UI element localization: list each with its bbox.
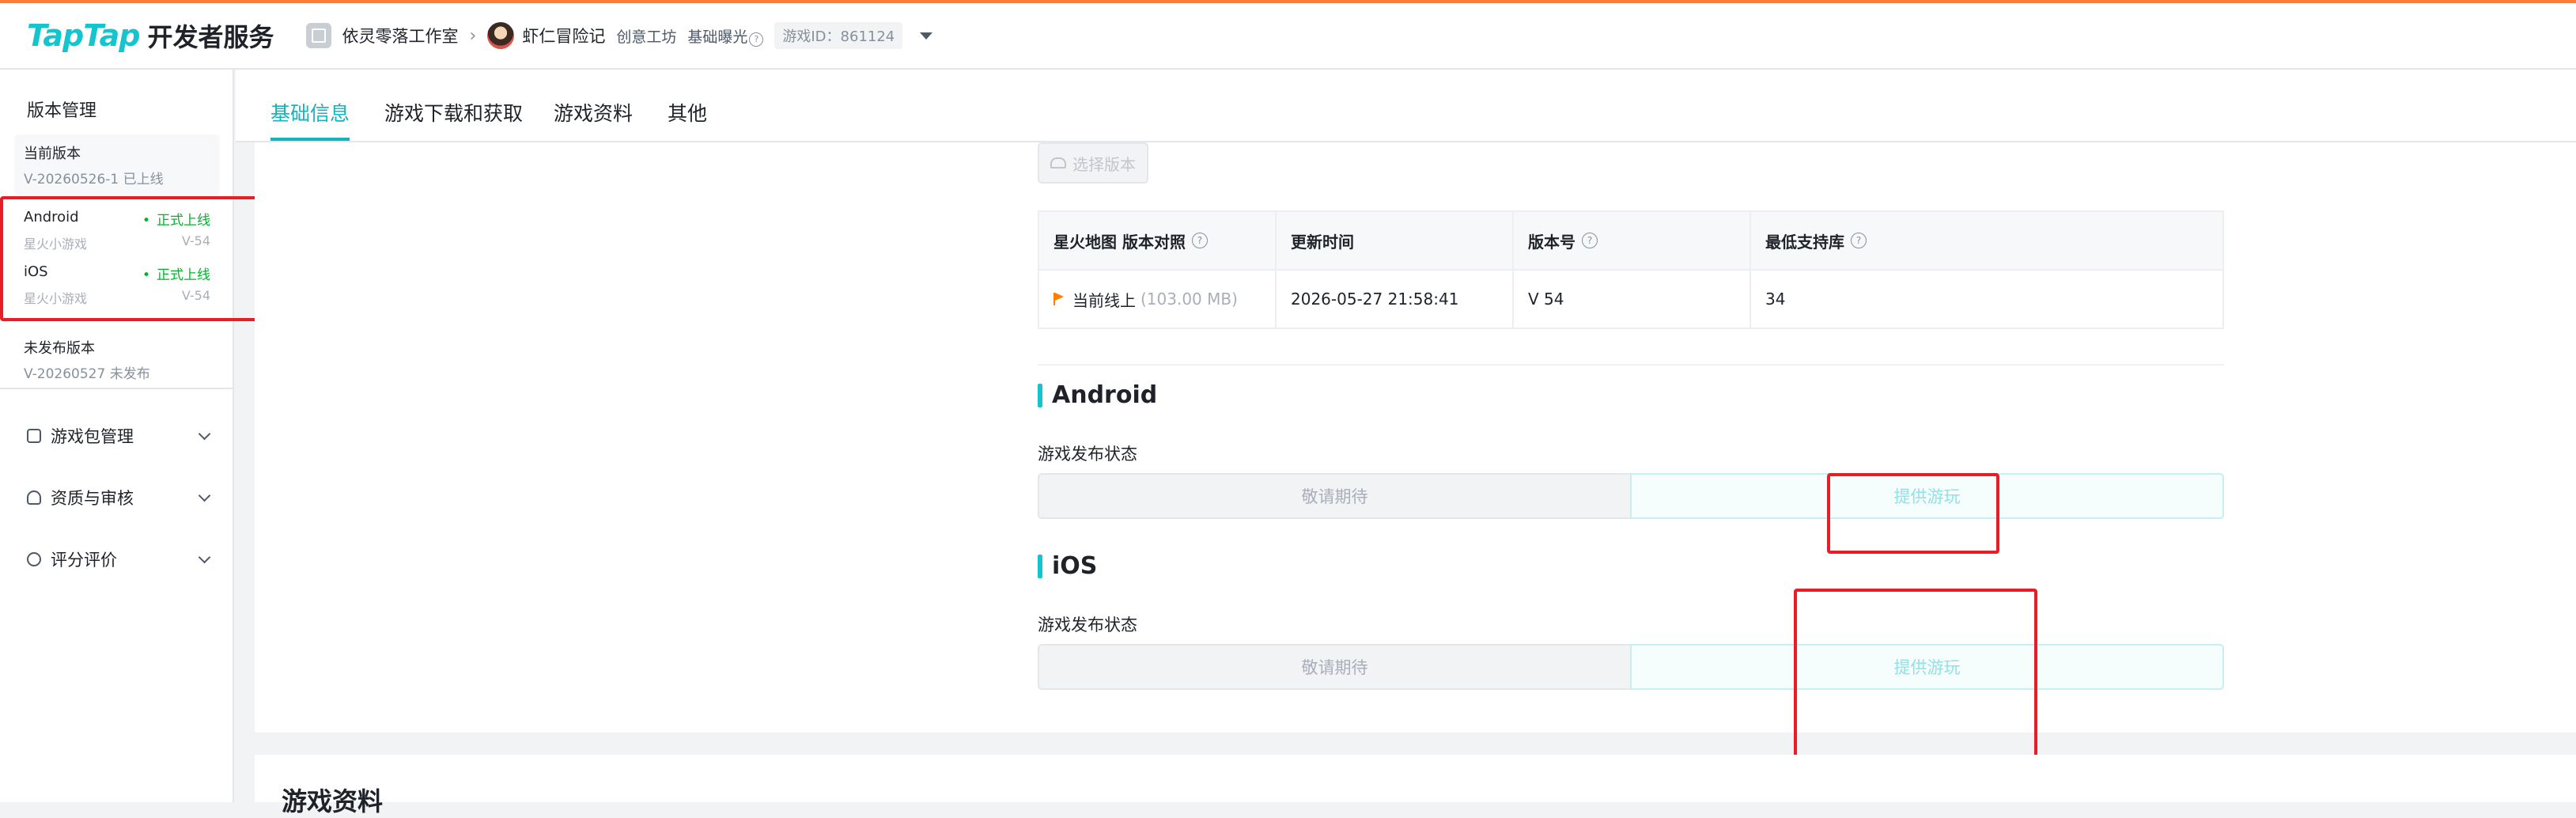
menu-label: 游戏包管理 [51,427,134,446]
version-table: 星火地图 版本对照? 更新时间 版本号? 最低支持库? 当前线上 (103.00… [1038,210,2224,329]
table-cell: V 54 [1514,271,1751,328]
tab-game-materials[interactable]: 游戏资料 [554,98,633,138]
flag-icon [1053,293,1065,305]
current-version-card[interactable]: 当前版本 V-20260526-1 已上线 [14,134,220,195]
divider [1038,364,2224,365]
unpublished-sub: V-20260527 未发布 [24,366,150,382]
header-label: 星火地图 版本对照 [1053,232,1186,252]
help-icon[interactable]: ? [1191,233,1208,248]
menu-label: 评分评价 [51,551,117,570]
menu-qualification-review[interactable]: 资质与审核 [27,486,211,509]
tab-other[interactable]: 其他 [668,98,707,138]
highlight-box-platforms [0,196,272,321]
divider [0,388,233,389]
table-header: 版本号? [1514,212,1751,269]
section-title: 游戏资料 [282,786,384,816]
table-cell: 当前线上 (103.00 MB) [1039,271,1277,328]
menu-package-management[interactable]: 游戏包管理 [27,424,211,448]
sidebar-title: 版本管理 [27,101,97,121]
android-section-title: Android [1038,381,1157,409]
comment-icon [27,552,41,566]
tag-exposure: 基础曝光? [687,25,764,47]
taptap-logo[interactable]: TapTap 开发者服务 [27,17,274,54]
row-label: 当前线上 [1072,290,1136,310]
unpublished-version[interactable]: 未发布版本 V-20260527 未发布 [24,337,150,382]
header-label: 版本号 [1528,232,1575,252]
package-icon [27,429,41,443]
highlight-box-android-playable [1827,473,1999,554]
menu-ratings-reviews[interactable]: 评分评价 [27,547,211,571]
android-status-segmented: 敬请期待 提供游玩 [1038,473,2224,519]
unpublished-label: 未发布版本 [24,340,95,357]
table-header: 星火地图 版本对照? [1039,212,1277,269]
table-header-row: 星火地图 版本对照? 更新时间 版本号? 最低支持库? [1039,212,2222,271]
breadcrumb-studio[interactable]: 依灵零落工作室 [342,24,459,47]
basic-info-panel: 选择版本 星火地图 版本对照? 更新时间 版本号? 最低支持库? 当前线上 (1… [255,142,2576,733]
highlight-box-ios-playable [1794,589,2037,763]
tag-workshop: 创意工坊 [616,28,677,46]
header-label: 最低支持库 [1765,232,1844,252]
tab-download[interactable]: 游戏下载和获取 [384,98,523,138]
select-version-label: 选择版本 [1072,154,1136,174]
game-avatar [487,22,515,49]
help-icon[interactable]: ? [749,32,764,47]
help-icon[interactable]: ? [1851,233,1867,248]
header-label: 更新时间 [1291,232,1354,252]
ios-status-label: 游戏发布状态 [1038,615,1137,634]
game-id-badge: 游戏ID：861124 [774,22,903,49]
chevron-down-icon [198,427,211,440]
chevron-down-icon[interactable] [920,32,933,40]
studio-icon [305,23,331,48]
tab-bar: 基础信息 游戏下载和获取 游戏资料 其他 [236,70,2576,142]
current-version-label: 当前版本 [24,146,81,162]
android-status-label: 游戏发布状态 [1038,445,1137,464]
table-cell: 34 [1765,290,1786,309]
shield-icon [27,490,41,505]
tag-exposure-label: 基础曝光 [687,28,748,46]
option-coming-soon[interactable]: 敬请期待 [1038,644,1632,690]
table-header: 更新时间 [1277,212,1514,269]
ios-section-title: iOS [1038,552,1097,580]
chevron-down-icon [198,551,211,563]
tab-basic-info[interactable]: 基础信息 [270,98,350,141]
ios-status-segmented: 敬请期待 提供游玩 [1038,644,2224,690]
sidebar: 版本管理 当前版本 V-20260526-1 已上线 Android 正式上线 … [0,70,234,802]
table-row: 当前线上 (103.00 MB) 2026-05-27 21:58:41 V 5… [1039,271,2222,328]
chevron-right-icon: › [469,25,477,46]
logo-main: TapTap [27,18,141,53]
current-version-sub: V-20260526-1 已上线 [24,172,164,187]
row-size: (103.00 MB) [1140,290,1238,309]
table-cell: 2026-05-27 21:58:41 [1277,271,1514,328]
top-header: TapTap 开发者服务 依灵零落工作室 › 虾仁冒险记 创意工坊 基础曝光? … [0,3,2576,70]
cloud-icon [1050,157,1066,169]
option-coming-soon[interactable]: 敬请期待 [1038,473,1632,519]
game-materials-section: 游戏资料 [255,755,2576,816]
chevron-down-icon [198,489,211,502]
help-icon[interactable]: ? [1582,233,1598,248]
table-header: 最低支持库? [1751,212,2222,269]
logo-sub: 开发者服务 [147,22,274,52]
menu-label: 资质与审核 [51,489,134,508]
select-version-button[interactable]: 选择版本 [1038,142,1148,184]
breadcrumb-game[interactable]: 虾仁冒险记 [522,24,605,47]
breadcrumb: 依灵零落工作室 › 虾仁冒险记 创意工坊 基础曝光? 游戏ID：861124 [274,22,933,49]
